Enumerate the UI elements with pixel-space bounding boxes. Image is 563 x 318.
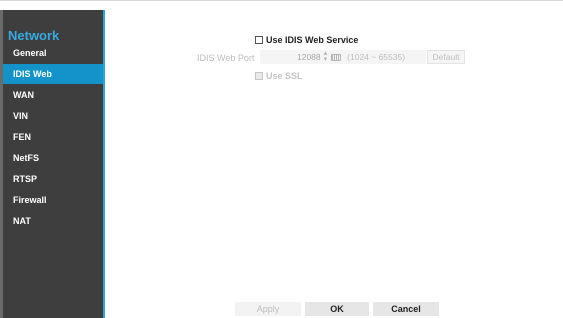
default-button[interactable]: Default — [427, 50, 465, 64]
sidebar-item-wan[interactable]: WAN — [3, 85, 103, 105]
keyboard-icon[interactable] — [331, 53, 342, 61]
web-port-field[interactable]: 12088 ▴ ▾ (1024 ~ 65535) — [260, 50, 426, 64]
web-port-value[interactable]: 12088 — [297, 52, 321, 62]
sidebar: Network General IDIS Web WAN VIN FEN Net… — [3, 10, 105, 318]
settings-panel: Use IDIS Web Service IDIS Web Port 12088… — [107, 10, 563, 318]
sidebar-item-idis-web[interactable]: IDIS Web — [3, 64, 103, 84]
use-ssl-option[interactable]: Use SSL — [255, 71, 303, 81]
sidebar-item-rtsp[interactable]: RTSP — [3, 169, 103, 189]
sidebar-item-netfs[interactable]: NetFS — [3, 148, 103, 168]
use-web-service-label: Use IDIS Web Service — [266, 35, 359, 45]
sidebar-item-vin[interactable]: VIN — [3, 106, 103, 126]
web-port-range: (1024 ~ 65535) — [347, 52, 406, 62]
sidebar-item-nat[interactable]: NAT — [3, 211, 103, 231]
sidebar-item-fen[interactable]: FEN — [3, 127, 103, 147]
sidebar-item-general[interactable]: General — [3, 43, 103, 63]
web-port-label: IDIS Web Port — [197, 53, 255, 63]
up-down-stepper-icon[interactable]: ▴ ▾ — [324, 50, 328, 63]
network-settings-window: Network General IDIS Web WAN VIN FEN Net… — [0, 0, 563, 318]
use-ssl-label: Use SSL — [266, 71, 303, 81]
ok-button[interactable]: OK — [305, 302, 369, 316]
use-web-service-checkbox[interactable] — [255, 36, 263, 44]
cancel-button[interactable]: Cancel — [373, 302, 439, 316]
apply-button[interactable]: Apply — [235, 302, 301, 316]
use-ssl-checkbox[interactable] — [255, 72, 263, 80]
use-web-service-option[interactable]: Use IDIS Web Service — [255, 35, 358, 45]
sidebar-item-firewall[interactable]: Firewall — [3, 190, 103, 210]
sidebar-title: Network — [8, 28, 60, 43]
